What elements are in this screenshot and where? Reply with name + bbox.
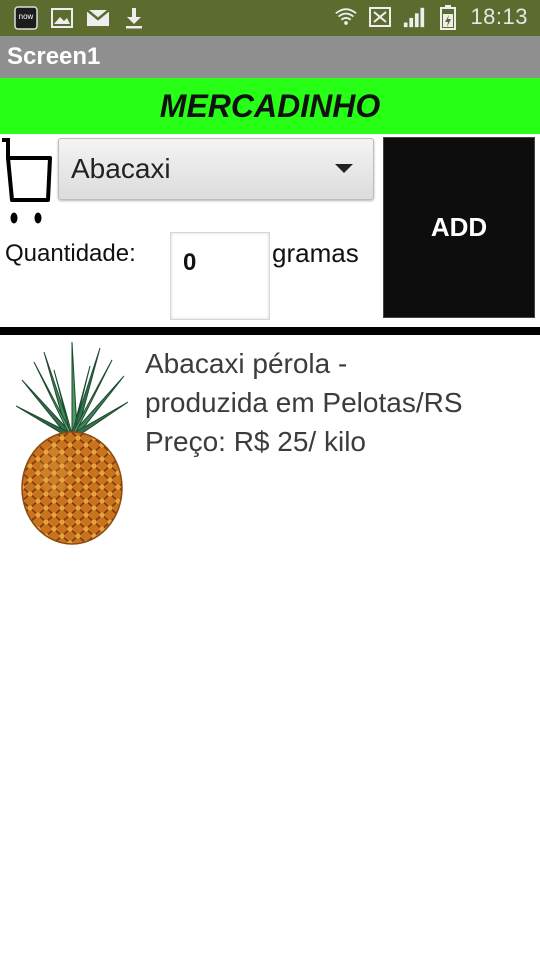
- store-banner: MERCADINHO: [0, 78, 540, 134]
- chevron-down-icon: [335, 164, 353, 173]
- sms-icon: [368, 5, 392, 29]
- product-dropdown-value: Abacaxi: [71, 153, 171, 184]
- add-button[interactable]: ADD: [383, 137, 535, 318]
- pineapple-image: [14, 340, 130, 546]
- signal-icon: [402, 5, 426, 29]
- add-button-label: ADD: [430, 212, 488, 242]
- svg-text:now: now: [19, 12, 34, 21]
- battery-icon: [436, 5, 460, 30]
- quantity-input[interactable]: 0: [170, 232, 270, 320]
- product-price-line: Preço: R$ 25/ kilo: [145, 426, 366, 457]
- wifi-icon: [334, 5, 358, 29]
- divider: [0, 327, 540, 335]
- product-dropdown[interactable]: Abacaxi: [58, 138, 374, 200]
- quantity-value: 0: [183, 249, 197, 276]
- download-icon: [122, 6, 146, 30]
- status-bar: now 18:13: [0, 0, 540, 36]
- now-app-icon: now: [14, 6, 38, 30]
- status-time: 18:13: [470, 4, 528, 29]
- quantity-label: Quantidade:: [5, 240, 136, 267]
- gmail-icon: [86, 6, 110, 30]
- app-title: Screen1: [7, 43, 101, 70]
- shopping-cart-icon: [0, 136, 56, 230]
- product-description-line: Abacaxi pérola -: [145, 348, 348, 379]
- app-title-bar: Screen1: [0, 36, 540, 78]
- product-description-line: produzida em Pelotas/RS: [145, 387, 463, 418]
- banner-title: MERCADINHO: [159, 88, 381, 124]
- product-description: Abacaxi pérola - produzida em Pelotas/RS…: [145, 344, 535, 461]
- image-icon: [50, 6, 74, 30]
- quantity-unit: gramas: [272, 238, 359, 268]
